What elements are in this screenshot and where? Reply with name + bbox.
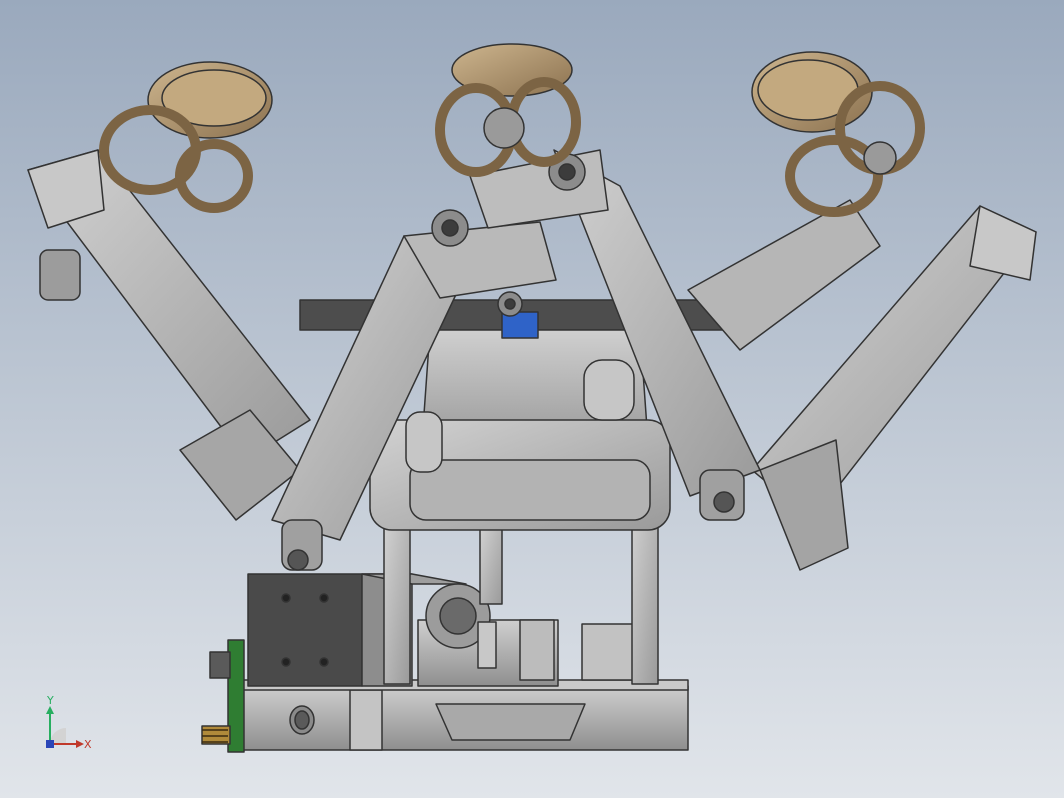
viewport-canvas[interactable]: X Y <box>0 0 1064 798</box>
triad-x-label: X <box>84 738 92 751</box>
triad-y-label: Y <box>46 694 54 707</box>
z-axis-marker <box>46 740 54 748</box>
cad-viewport[interactable]: X Y <box>0 0 1064 798</box>
base-block[interactable] <box>237 679 689 751</box>
